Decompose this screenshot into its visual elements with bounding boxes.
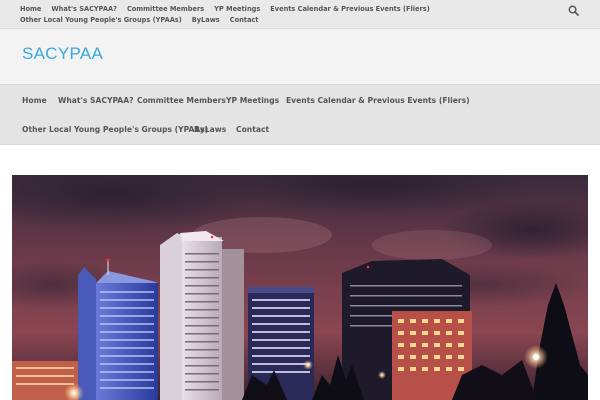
main-nav-home[interactable]: Home bbox=[22, 96, 47, 105]
hero-image bbox=[12, 175, 588, 400]
main-nav-whats-sacypaa[interactable]: What's SACYPAA? bbox=[58, 96, 133, 105]
main-nav-yp-meetings[interactable]: YP Meetings bbox=[226, 96, 279, 105]
city-skyline-image bbox=[12, 175, 588, 400]
site-title[interactable]: SACYPAA bbox=[22, 44, 103, 64]
main-nav-committee-members[interactable]: Committee Members bbox=[137, 96, 226, 105]
top-nav-events-calendar[interactable]: Events Calendar & Previous Events (Flier… bbox=[270, 4, 429, 15]
top-nav-committee-members[interactable]: Committee Members bbox=[127, 4, 204, 15]
main-nav-other-local-ypaas[interactable]: Other Local Young People's Groups (YPAAs… bbox=[22, 125, 208, 134]
main-nav-contact[interactable]: Contact bbox=[236, 125, 269, 134]
top-utility-bar: Home What's SACYPAA? Committee Members Y… bbox=[0, 0, 600, 29]
main-nav-events-calendar[interactable]: Events Calendar & Previous Events (Flier… bbox=[286, 96, 470, 105]
top-nav-other-local-ypaas[interactable]: Other Local Young People's Groups (YPAAs… bbox=[20, 15, 182, 26]
top-nav-whats-sacypaa[interactable]: What's SACYPAA? bbox=[51, 4, 117, 15]
search-button[interactable] bbox=[565, 2, 581, 18]
search-icon bbox=[568, 5, 579, 16]
top-nav-contact[interactable]: Contact bbox=[230, 15, 259, 26]
top-nav: Home What's SACYPAA? Committee Members Y… bbox=[20, 4, 440, 25]
main-nav: Home What's SACYPAA? Committee Members Y… bbox=[0, 84, 600, 145]
top-nav-bylaws[interactable]: ByLaws bbox=[192, 15, 220, 26]
main-nav-bylaws[interactable]: ByLaws bbox=[194, 125, 226, 134]
top-nav-yp-meetings[interactable]: YP Meetings bbox=[214, 4, 260, 15]
top-nav-home[interactable]: Home bbox=[20, 4, 41, 15]
